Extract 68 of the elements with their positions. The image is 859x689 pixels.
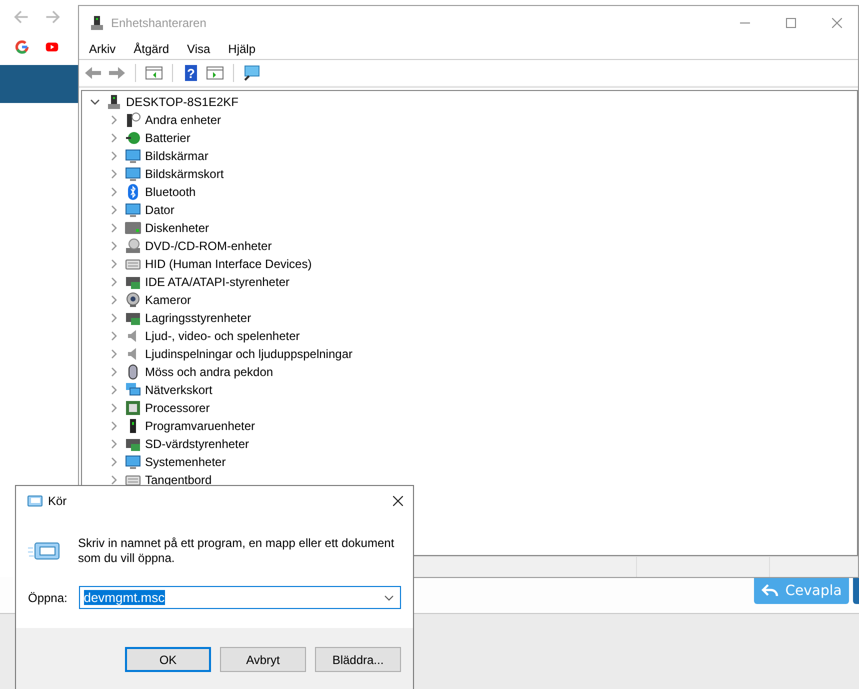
close-icon[interactable] <box>393 496 403 506</box>
monitor-icon <box>125 148 141 164</box>
computer-tower-icon <box>106 94 122 110</box>
help-icon[interactable]: ? <box>182 65 200 81</box>
google-icon[interactable] <box>15 40 29 54</box>
window-title: Enhetshanteraren <box>111 16 206 30</box>
panel-icon[interactable] <box>145 65 163 81</box>
monitor-icon <box>125 202 141 218</box>
forward-arrow-icon[interactable] <box>108 65 126 81</box>
tree-item[interactable]: Kameror <box>145 293 192 307</box>
monitor-icon <box>125 454 141 470</box>
dialog-description: Skriv in namnet på ett program, en mapp eller ett dokument som du vill öppna. <box>78 536 396 566</box>
run-icon <box>28 540 60 562</box>
tree-item[interactable]: Systemenheter <box>145 455 226 469</box>
menu-item[interactable]: Åtgärd <box>124 42 178 56</box>
camera-icon <box>125 292 141 308</box>
tree-item[interactable]: Möss och andra pekdon <box>145 365 274 379</box>
panel-icon[interactable] <box>206 65 224 81</box>
dialog-button[interactable]: Bläddra... <box>315 647 401 672</box>
tree-item[interactable]: Batterier <box>145 131 190 145</box>
tree-item[interactable]: Nätverkskort <box>145 383 212 397</box>
battery-icon <box>125 130 141 146</box>
menu-item[interactable]: Arkiv <box>79 42 124 56</box>
tree-item[interactable]: HID (Human Interface Devices) <box>145 257 312 271</box>
card-icon <box>125 436 141 452</box>
card-icon <box>125 274 141 290</box>
bluetooth-icon <box>125 184 141 200</box>
dialog-title: Kör <box>48 494 67 508</box>
tree-item[interactable]: Tangentbord <box>145 473 212 487</box>
command-combobox[interactable]: devmgmt.msc <box>78 586 401 609</box>
tree-item[interactable]: Dator <box>145 203 174 217</box>
tree-item[interactable]: Lagringsstyrenheter <box>145 311 252 325</box>
back-icon[interactable] <box>12 8 30 26</box>
chip-icon <box>125 400 141 416</box>
dropdown-caret-icon[interactable] <box>384 594 394 600</box>
run-icon <box>25 495 43 507</box>
back-arrow-icon[interactable] <box>84 65 102 81</box>
tree-item[interactable]: Processorer <box>145 401 210 415</box>
tree-item[interactable]: Ljud-, video- och spelenheter <box>145 329 300 343</box>
card-icon <box>125 310 141 326</box>
tree-item[interactable]: DVD-/CD-ROM-enheter <box>145 239 272 253</box>
field-label: Öppna: <box>28 590 68 604</box>
tree-item[interactable]: Ljudinspelningar och ljuduppspelningar <box>145 347 352 361</box>
youtube-icon[interactable] <box>45 40 59 54</box>
menu-item[interactable]: Visa <box>177 42 218 56</box>
disc-icon <box>125 238 141 254</box>
tree-item[interactable]: SD-värdstyrenheter <box>145 437 250 451</box>
dialog-button[interactable]: Avbryt <box>220 647 306 672</box>
reply-arrow-icon <box>761 583 780 599</box>
dialog-button[interactable]: OK <box>125 647 211 672</box>
computer-tower-icon <box>89 14 105 30</box>
menu-item[interactable]: Hjälp <box>218 42 264 56</box>
monitor-icon <box>125 166 141 182</box>
drive-icon <box>125 220 141 236</box>
tree-item[interactable]: Andra enheter <box>145 113 222 127</box>
maximize-icon[interactable] <box>786 18 796 28</box>
tree-item[interactable]: Bildskärmar <box>145 149 208 163</box>
forward-icon[interactable] <box>44 8 62 26</box>
tree-item[interactable]: Bluetooth <box>145 185 196 199</box>
tree-item[interactable]: IDE ATA/ATAPI-styrenheter <box>145 275 290 289</box>
tree-item[interactable]: Diskenheter <box>145 221 210 235</box>
tree-item[interactable]: Bildskärmskort <box>145 167 224 181</box>
monitor-search-icon[interactable] <box>243 65 261 81</box>
network-icon <box>125 382 141 398</box>
device-icon <box>125 112 141 128</box>
tree-item[interactable]: DESKTOP-8S1E2KF <box>126 95 238 109</box>
tree-item[interactable]: Programvaruenheter <box>145 419 256 433</box>
chevron-icon[interactable] <box>90 97 100 107</box>
